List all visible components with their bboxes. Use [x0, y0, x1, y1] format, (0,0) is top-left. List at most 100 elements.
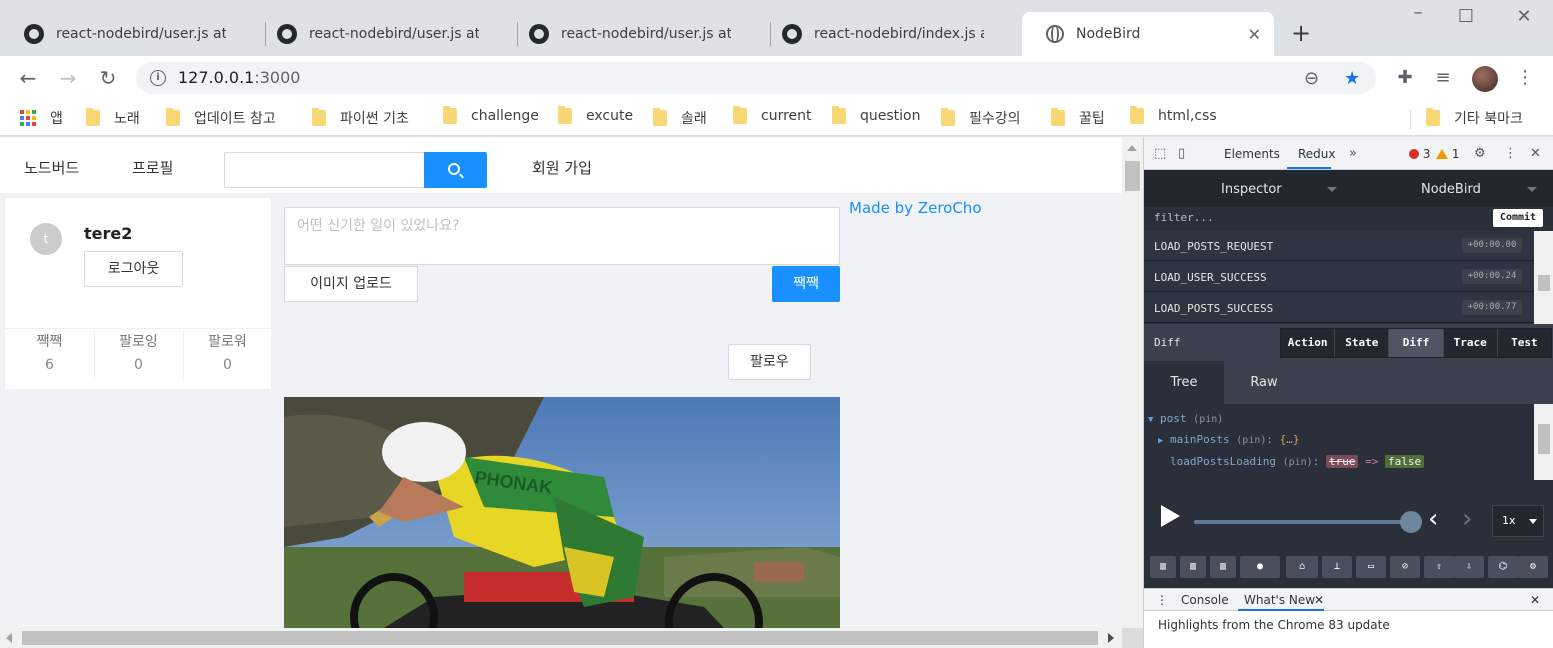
new-tab-button[interactable]: + [1288, 20, 1314, 46]
device-toolbar-icon[interactable]: ▯ [1178, 146, 1185, 161]
scroll-right-icon[interactable] [1108, 633, 1114, 643]
search-button[interactable] [424, 152, 487, 188]
tree-scrollbar[interactable] [1534, 404, 1553, 480]
action-list-item[interactable]: LOAD_USER_SUCCESS +00:00.24 [1144, 262, 1534, 292]
forward-icon[interactable]: → [56, 66, 80, 90]
more-tabs-icon[interactable]: » [1349, 146, 1357, 161]
stat-followers[interactable]: 팔로워 0 [183, 331, 272, 373]
window-close-icon[interactable]: ✕ [1512, 6, 1536, 27]
browser-tab[interactable]: react-nodebird/index.js a [758, 12, 996, 56]
close-devtools-icon[interactable]: ✕ [1530, 146, 1541, 161]
pin-icon[interactable]: ⊥ [1322, 556, 1352, 578]
lock-icon[interactable]: ⌂ [1286, 556, 1318, 578]
browser-tab[interactable]: react-nodebird/user.js at [253, 12, 491, 56]
drawer-menu-icon[interactable]: ⋮ [1156, 593, 1168, 607]
error-count[interactable]: 3 [1409, 147, 1430, 161]
scroll-thumb[interactable] [1538, 424, 1550, 454]
monitor-select[interactable]: Inspector [1221, 182, 1282, 197]
scroll-up-icon[interactable] [1127, 145, 1137, 151]
url-text[interactable]: 127.0.0.1:3000 [178, 68, 300, 87]
menu-home[interactable]: 노드버드 [24, 157, 79, 178]
maximize-icon[interactable]: ☐ [1454, 6, 1478, 27]
action-list-item[interactable]: LOAD_POSTS_SUCCESS +00:00.77 [1144, 293, 1534, 323]
tab-console[interactable]: Console [1181, 593, 1229, 607]
chevron-left-icon[interactable]: ‹ [1428, 504, 1438, 534]
scroll-thumb[interactable] [22, 631, 1098, 645]
other-bookmarks[interactable]: 기타 북마크 [1426, 108, 1523, 128]
stat-followings[interactable]: 팔로잉 0 [94, 331, 183, 373]
right-panel-icon[interactable]: ▥ [1180, 556, 1206, 578]
page-vertical-scrollbar[interactable] [1122, 137, 1143, 628]
scroll-thumb[interactable] [1125, 161, 1140, 191]
post-textarea[interactable]: 어떤 신기한 일이 있었나요? [284, 207, 840, 265]
bookmark-folder[interactable]: challenge [443, 106, 539, 124]
tab-elements[interactable]: Elements [1224, 147, 1280, 161]
filter-input[interactable]: filter... [1154, 211, 1214, 224]
bookmark-apps[interactable]: 앱 [20, 108, 63, 128]
keyboard-icon[interactable]: ▭ [1356, 556, 1386, 578]
info-icon[interactable]: i [150, 70, 166, 86]
browser-tab-active[interactable]: NodeBird ✕ [1022, 12, 1274, 56]
chevron-down-icon[interactable] [1327, 187, 1337, 192]
chevron-down-icon[interactable] [1527, 187, 1537, 192]
tab-state[interactable]: State [1335, 329, 1390, 357]
record-icon[interactable]: ● [1240, 556, 1280, 578]
bottom-panel-icon[interactable]: ▥ [1210, 556, 1236, 578]
logout-button[interactable]: 로그아웃 [84, 251, 183, 287]
slider-handle[interactable] [1400, 511, 1422, 533]
bookmark-folder[interactable]: html,css [1130, 106, 1217, 124]
minimize-icon[interactable]: – [1406, 2, 1430, 23]
extensions-icon[interactable]: ✚ [1394, 67, 1416, 88]
bookmark-star-icon[interactable]: ★ [1344, 68, 1360, 89]
image-upload-button[interactable]: 이미지 업로드 [284, 266, 418, 302]
tab-action[interactable]: Action [1281, 329, 1336, 357]
tab-diff[interactable]: Diff [1389, 329, 1444, 357]
zoom-icon[interactable]: ⊖ [1304, 68, 1319, 89]
settings-icon[interactable]: ⚙ [1518, 556, 1548, 578]
profile-avatar-icon[interactable] [1472, 66, 1498, 92]
close-icon[interactable]: ✕ [1247, 25, 1262, 44]
search-input[interactable] [224, 152, 425, 188]
menu-signup[interactable]: 회원 가입 [532, 157, 592, 178]
menu-dots-icon[interactable]: ⋮ [1514, 67, 1536, 88]
action-filter[interactable]: filter... Commit [1144, 207, 1553, 231]
bookmark-folder[interactable]: 업데이트 참고 [166, 108, 276, 128]
tab-raw[interactable]: Raw [1224, 361, 1304, 404]
scroll-left-icon[interactable] [6, 633, 12, 643]
tab-tree[interactable]: Tree [1144, 361, 1224, 404]
address-bar[interactable]: i 127.0.0.1:3000 ⊖ ★ [136, 62, 1376, 94]
instance-select[interactable]: NodeBird [1421, 182, 1481, 197]
tab-whats-new[interactable]: What's New [1244, 593, 1315, 607]
tab-trace[interactable]: Trace [1443, 329, 1498, 357]
play-icon[interactable] [1161, 505, 1180, 527]
pin-label[interactable]: (pin) [1193, 414, 1223, 425]
made-by-link[interactable]: Made by ZeroCho [849, 199, 982, 217]
slider-track[interactable] [1194, 520, 1410, 524]
actions-scrollbar[interactable] [1534, 231, 1553, 324]
warning-count[interactable]: 1 [1436, 147, 1459, 161]
tweet-submit-button[interactable]: 짹짹 [772, 266, 840, 302]
chevron-right-icon[interactable]: › [1462, 504, 1472, 534]
tree-node-mainposts[interactable]: ▶ mainPosts (pin): {…} [1158, 433, 1300, 446]
commit-button[interactable]: Commit [1493, 209, 1543, 227]
inspect-element-icon[interactable]: ⬚ [1154, 146, 1166, 161]
left-panel-icon[interactable]: ▥ [1150, 556, 1176, 578]
bookmark-folder[interactable]: question [832, 106, 920, 124]
pin-label[interactable]: (pin) [1283, 457, 1313, 468]
pin-label[interactable]: (pin) [1236, 435, 1266, 446]
import-icon[interactable]: ⇩ [1454, 556, 1484, 578]
stat-tweets[interactable]: 짹짹 6 [5, 331, 94, 373]
more-options-icon[interactable]: ⋮ [1504, 146, 1517, 161]
media-control-icon[interactable]: ≡ [1432, 67, 1454, 88]
back-icon[interactable]: ← [16, 66, 40, 90]
close-tab-icon[interactable]: ✕ [1314, 593, 1324, 607]
bookmark-folder[interactable]: 꿀팁 [1051, 108, 1105, 128]
follow-button[interactable]: 팔로우 [728, 344, 811, 380]
tab-redux[interactable]: Redux [1298, 147, 1336, 161]
expand-arrow-icon[interactable]: ▼ [1148, 415, 1153, 425]
browser-tab[interactable]: react-nodebird/user.js at [505, 12, 743, 56]
settings-gear-icon[interactable]: ⚙ [1474, 146, 1486, 161]
tree-node-post[interactable]: ▼ post (pin) [1148, 412, 1223, 425]
reload-icon[interactable]: ↻ [96, 66, 120, 90]
scroll-thumb[interactable] [1538, 275, 1550, 291]
